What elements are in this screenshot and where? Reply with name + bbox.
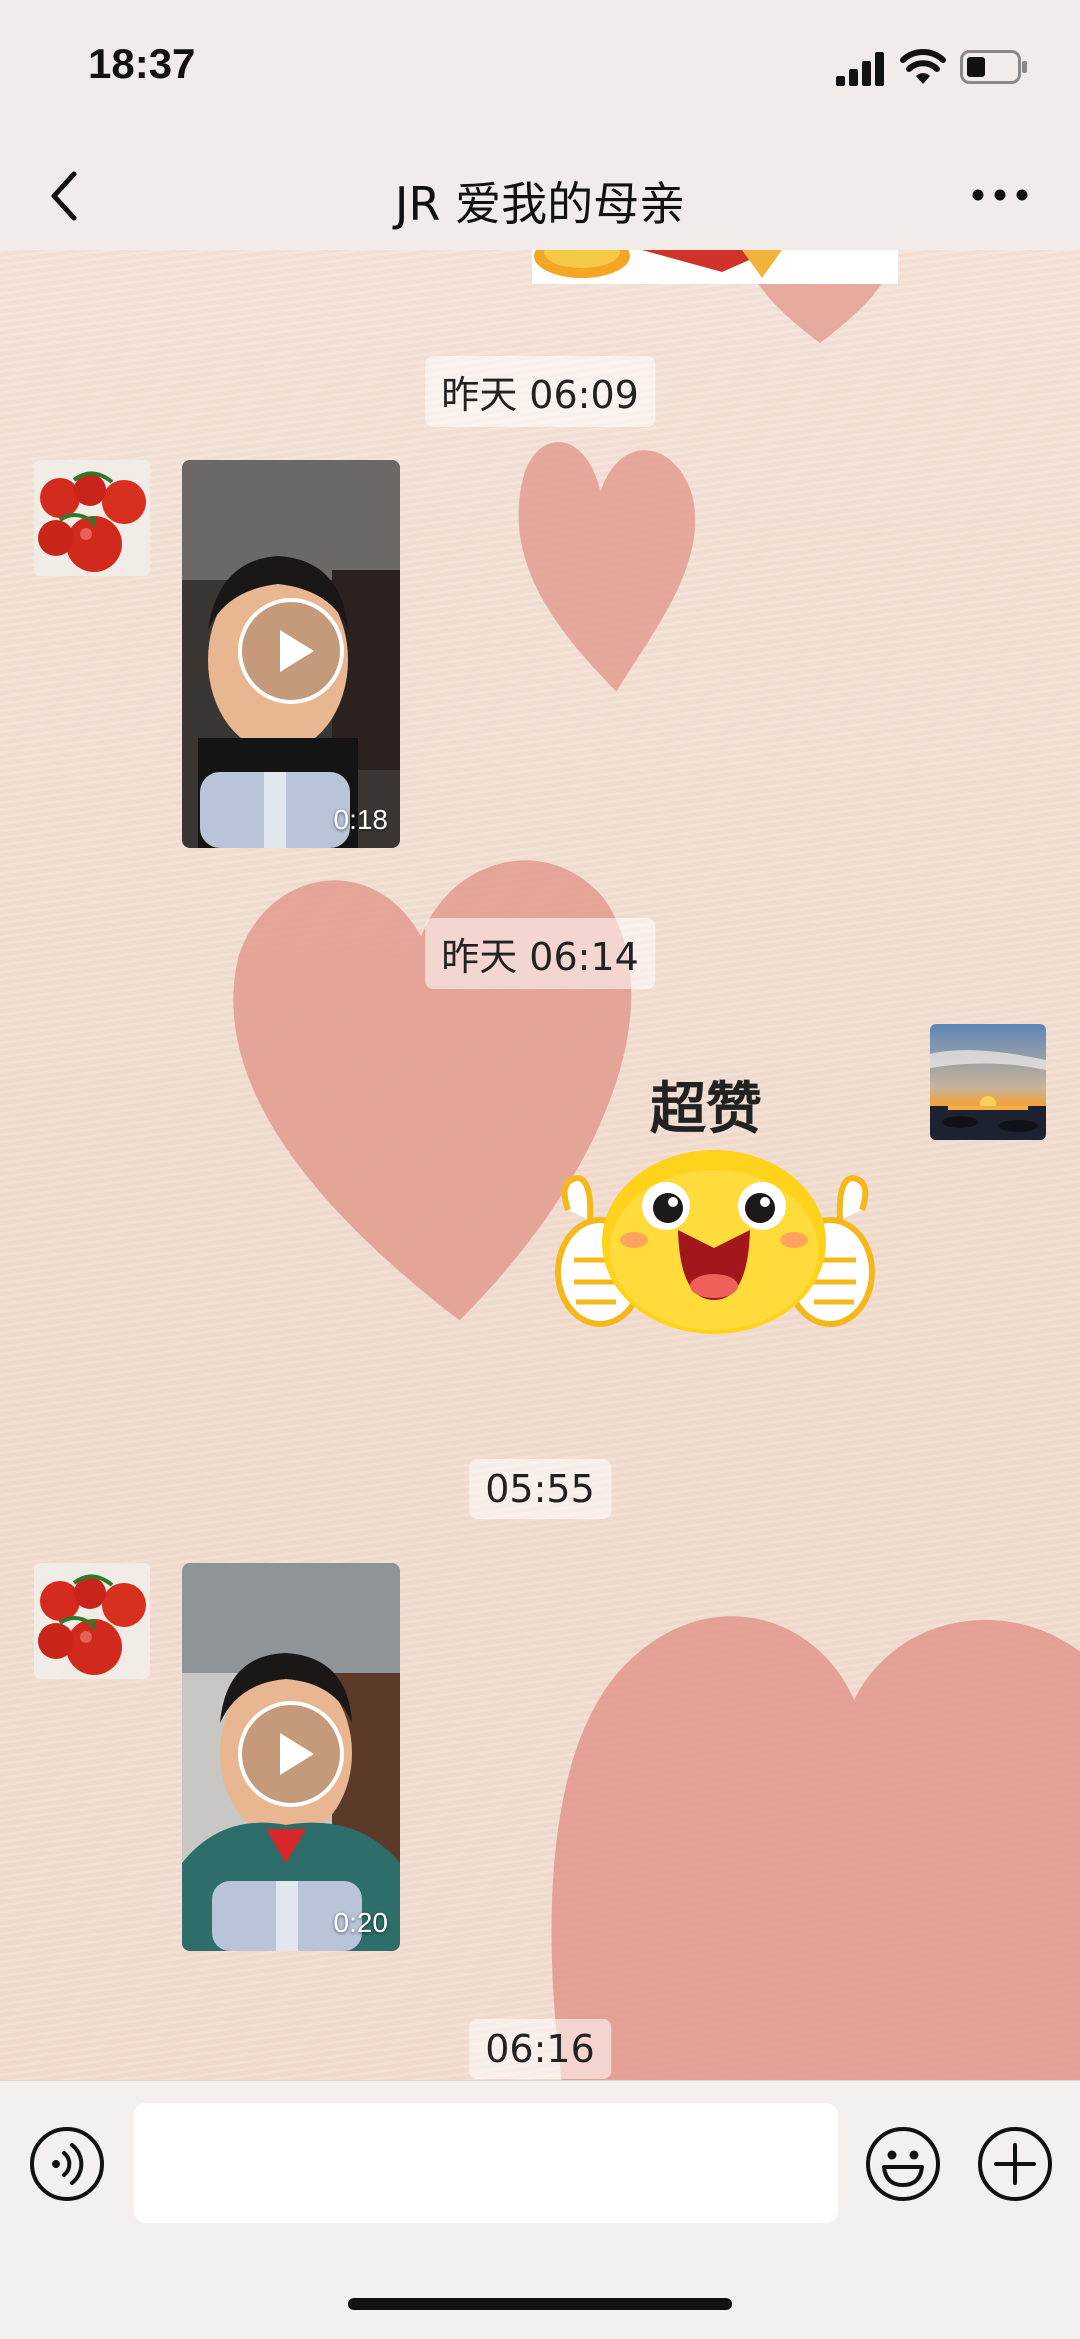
voice-icon[interactable] — [28, 2125, 106, 2203]
heart-decoration-icon — [518, 442, 696, 692]
wifi-icon — [900, 49, 946, 84]
message-timestamp: 昨天 06:14 — [425, 918, 655, 989]
more-options-icon[interactable] — [970, 180, 1030, 210]
chat-header: JR 爱我的母亲 — [0, 140, 1080, 251]
plus-icon[interactable] — [976, 2125, 1054, 2203]
thumbs-up-smiley-icon[interactable] — [548, 1150, 882, 1350]
contact-avatar[interactable] — [34, 1563, 150, 1679]
chat-title: JR 爱我的母亲 — [394, 177, 686, 231]
tomatoes-icon — [34, 1563, 150, 1679]
sunset-icon — [930, 1024, 1046, 1140]
message-timestamp: 06:16 — [469, 2019, 611, 2079]
video-message[interactable]: 0:20 — [182, 1563, 400, 1951]
message-timestamp: 05:55 — [469, 1459, 611, 1519]
video-duration: 0:20 — [333, 1907, 389, 1938]
previous-sticker[interactable] — [532, 250, 898, 284]
cellular-signal-icon — [836, 52, 884, 86]
play-icon[interactable] — [236, 1699, 346, 1809]
message-input[interactable] — [134, 2103, 838, 2223]
chat-background[interactable] — [0, 250, 1080, 2080]
status-time: 18:37 — [88, 40, 196, 87]
video-message[interactable]: 0:18 — [182, 460, 400, 848]
battery-icon — [960, 50, 1027, 84]
contact-avatar[interactable] — [34, 460, 150, 576]
heart-decoration-icon — [551, 1616, 1080, 2080]
tomatoes-icon — [34, 460, 150, 576]
home-indicator[interactable] — [348, 2298, 732, 2310]
message-timestamp: 昨天 06:09 — [425, 356, 655, 427]
self-avatar[interactable] — [930, 1024, 1046, 1140]
play-icon[interactable] — [236, 596, 346, 706]
status-bar: 18:37 — [0, 0, 1080, 140]
emoji-icon[interactable] — [864, 2125, 942, 2203]
video-duration: 0:18 — [333, 804, 389, 835]
sticker-caption: 超赞 — [650, 1077, 762, 1142]
